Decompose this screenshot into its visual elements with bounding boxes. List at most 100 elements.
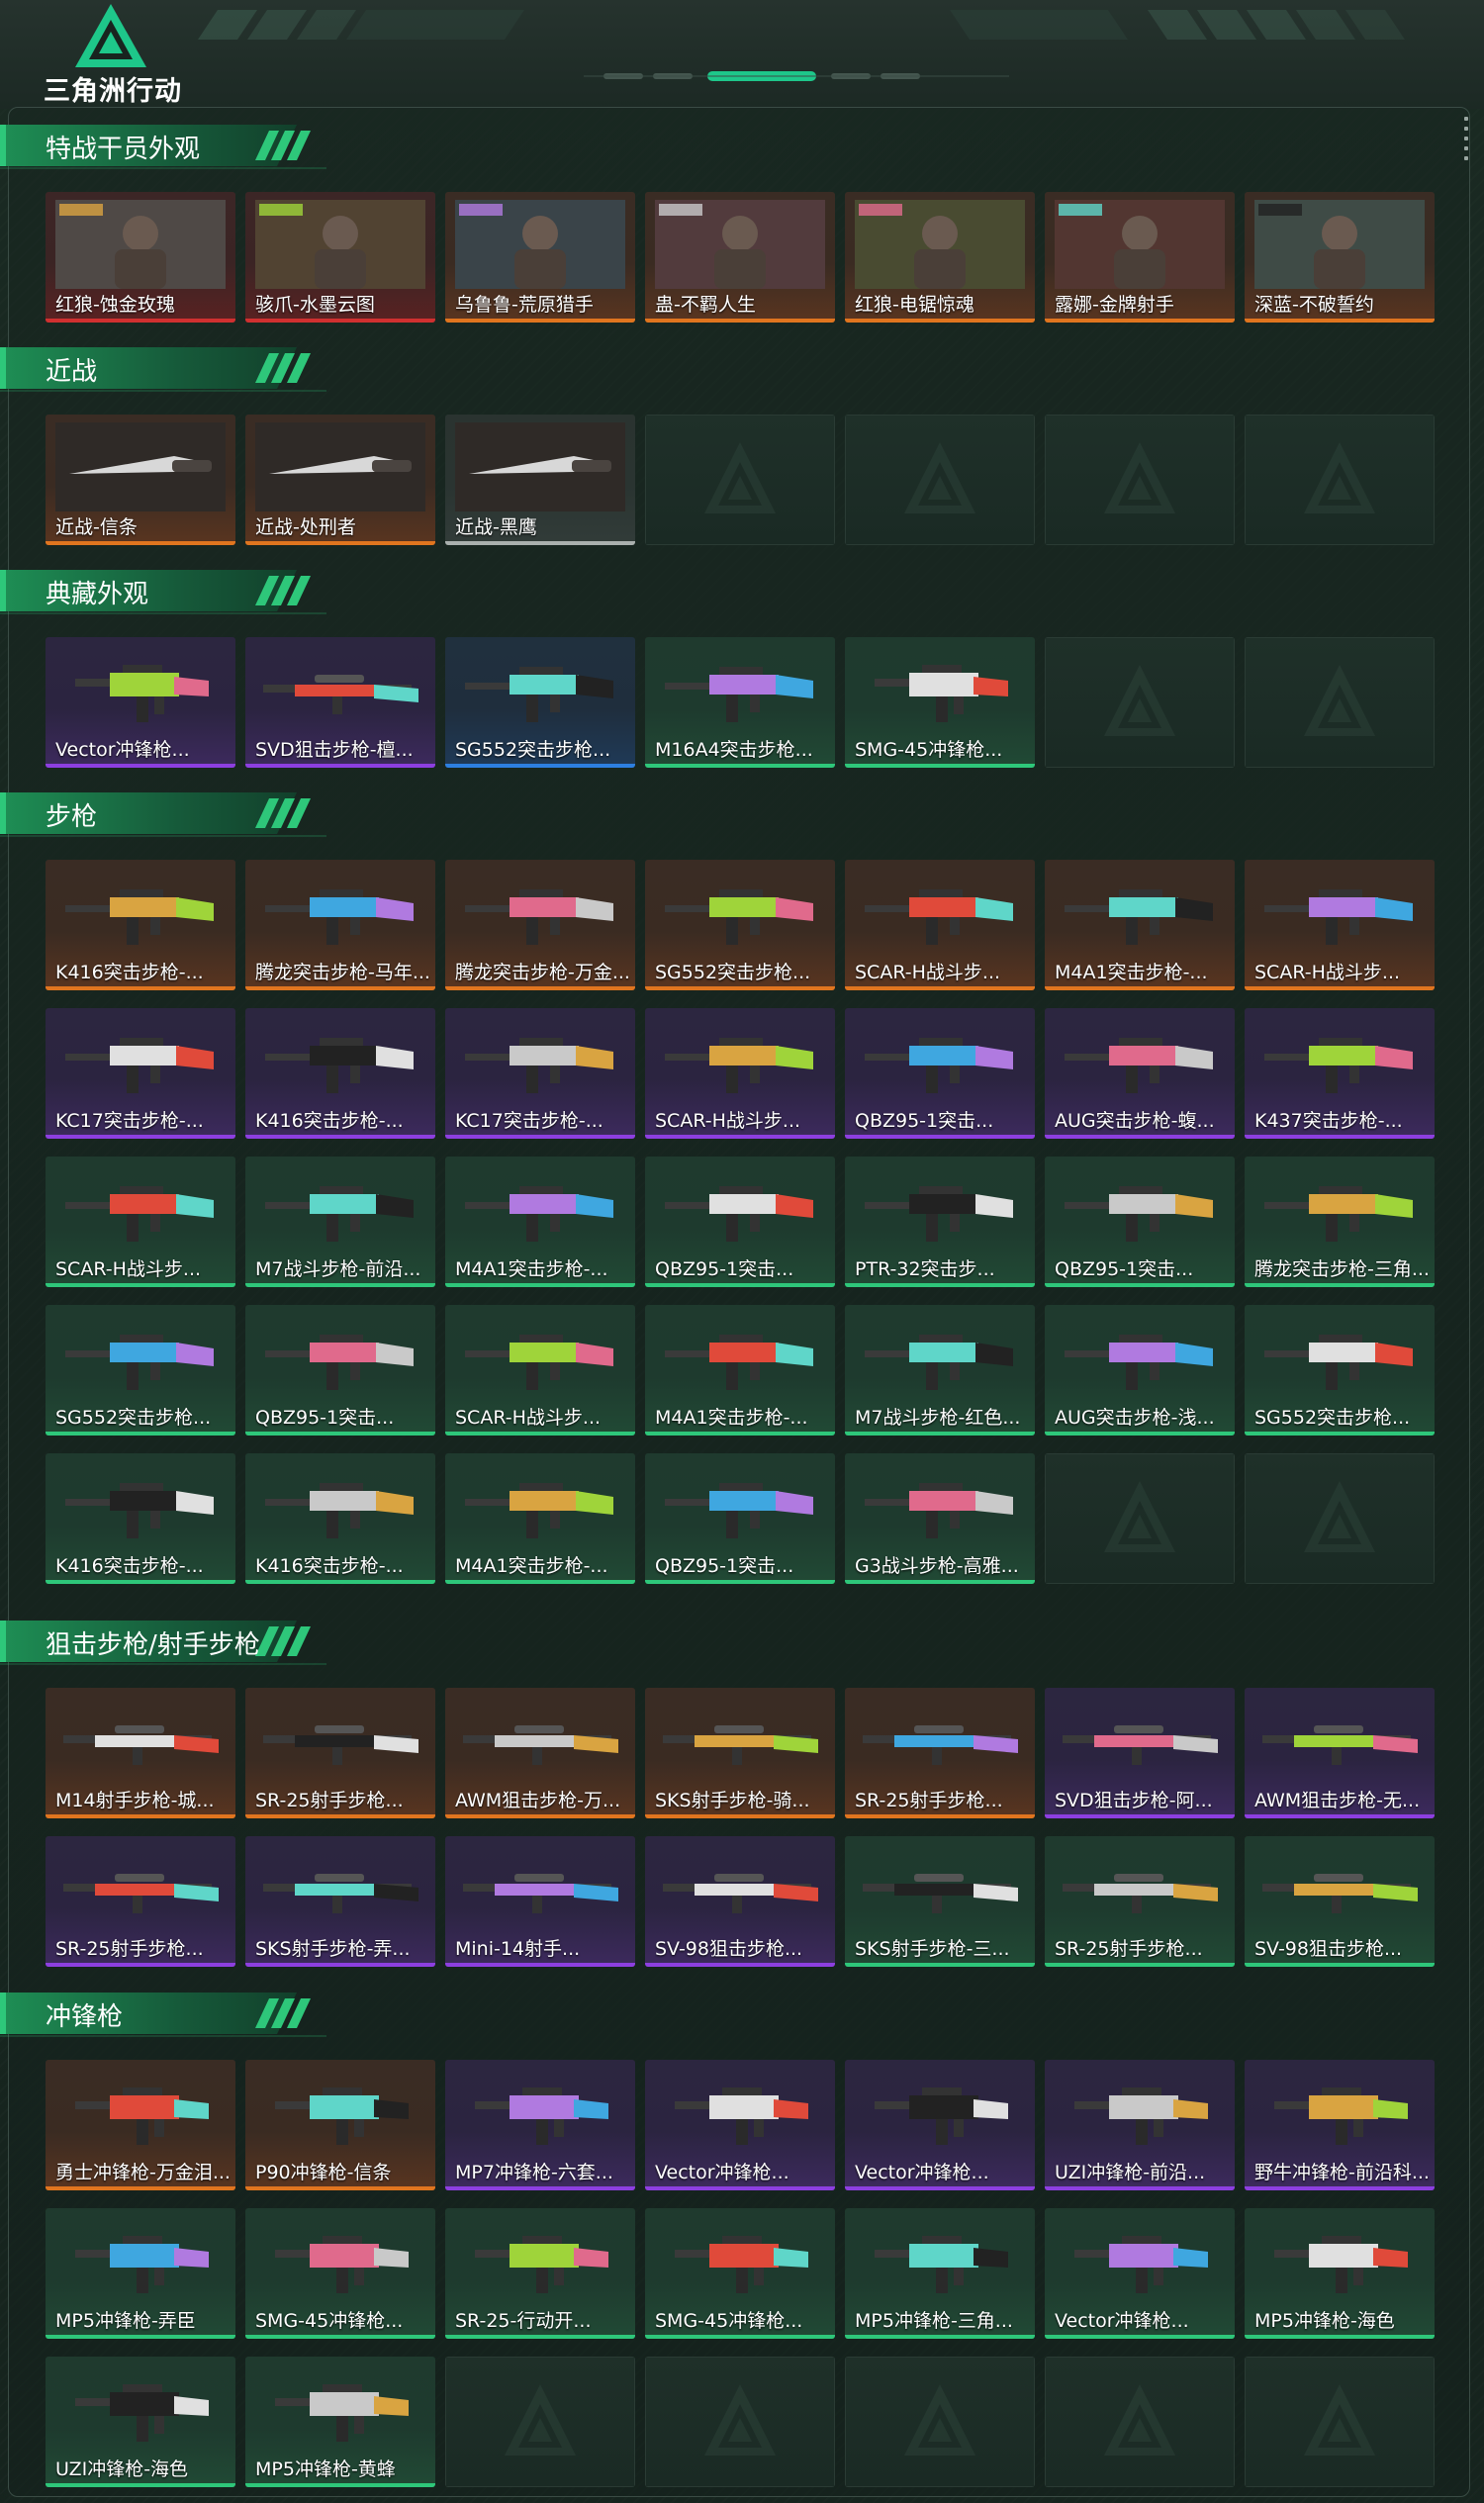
item-card[interactable]: QBZ95-1突击...	[245, 1305, 435, 1436]
item-card[interactable]: SMG-45冲锋枪...	[645, 2208, 835, 2339]
item-card[interactable]: SV-98狙击步枪...	[1245, 1836, 1435, 1967]
smg-icon	[75, 2384, 209, 2442]
item-card[interactable]: UZI冲锋枪-前沿...	[1045, 2060, 1235, 2190]
item-card[interactable]: SG552突击步枪...	[645, 860, 835, 990]
item-label: MP5冲锋枪-海色	[1254, 2310, 1395, 2332]
item-card[interactable]: SR-25射手步枪...	[845, 1688, 1035, 1818]
item-card[interactable]: QBZ95-1突击...	[845, 1008, 1035, 1139]
item-card[interactable]: K416突击步枪-...	[245, 1453, 435, 1584]
item-card[interactable]: M14射手步枪-城...	[46, 1688, 235, 1818]
item-card[interactable]: Mini-14射手...	[445, 1836, 635, 1967]
banner-stripes-right	[950, 10, 1405, 40]
item-card[interactable]: SG552突击步枪...	[1245, 1305, 1435, 1436]
item-card[interactable]: 乌鲁鲁-荒原猎手	[445, 192, 635, 323]
item-card[interactable]: M4A1突击步枪-...	[445, 1453, 635, 1584]
item-card[interactable]: 近战-黑鹰	[445, 415, 635, 545]
item-card[interactable]: QBZ95-1突击...	[645, 1453, 835, 1584]
item-card[interactable]: Vector冲锋枪...	[1045, 2208, 1235, 2339]
item-card[interactable]: M4A1突击步枪-...	[645, 1305, 835, 1436]
item-card[interactable]: 腾龙突击步枪-万金...	[445, 860, 635, 990]
rarity-bar	[645, 764, 835, 768]
item-card[interactable]: SCAR-H战斗步...	[445, 1305, 635, 1436]
item-card[interactable]: SCAR-H战斗步...	[845, 860, 1035, 990]
item-label: SKS射手步枪-骑...	[655, 1790, 810, 1811]
smg-icon	[275, 2087, 409, 2145]
item-card[interactable]: SKS射手步枪-三...	[845, 1836, 1035, 1967]
item-card[interactable]: M4A1突击步枪-...	[1045, 860, 1235, 990]
item-card[interactable]: SR-25射手步枪...	[245, 1688, 435, 1818]
item-card[interactable]: SMG-45冲锋枪...	[845, 637, 1035, 768]
item-card[interactable]: MP7冲锋枪-六套...	[445, 2060, 635, 2190]
item-card[interactable]: SCAR-H战斗步...	[1245, 860, 1435, 990]
item-card[interactable]: AUG突击步枪-蝮...	[1045, 1008, 1235, 1139]
item-label: SR-25射手步枪...	[255, 1790, 404, 1811]
item-card[interactable]: QBZ95-1突击...	[645, 1157, 835, 1287]
item-card[interactable]: 露娜-金牌射手	[1045, 192, 1235, 323]
item-card[interactable]: 近战-处刑者	[245, 415, 435, 545]
item-card[interactable]: MP5冲锋枪-黄蜂	[245, 2357, 435, 2487]
item-card[interactable]: SKS射手步枪-骑...	[645, 1688, 835, 1818]
rifle-icon	[65, 1038, 214, 1093]
item-label: SG552突击步枪...	[55, 1407, 212, 1429]
item-card[interactable]: PTR-32突击步...	[845, 1157, 1035, 1287]
item-card[interactable]: 腾龙突击步枪-三角...	[1245, 1157, 1435, 1287]
item-card[interactable]: 深蓝-不破誓约	[1245, 192, 1435, 323]
item-card[interactable]: KC17突击步枪-...	[46, 1008, 235, 1139]
item-card[interactable]: SCAR-H战斗步...	[645, 1008, 835, 1139]
item-card[interactable]: SVD狙击步枪-檀...	[245, 637, 435, 768]
item-label: SVD狙击步枪-阿...	[1055, 1790, 1213, 1811]
item-card[interactable]: SR-25射手步枪...	[1045, 1836, 1235, 1967]
item-card[interactable]: UZI冲锋枪-海色	[46, 2357, 235, 2487]
item-card[interactable]: SG552突击步枪...	[445, 637, 635, 768]
sniper-icon	[863, 1874, 1018, 1913]
item-card[interactable]: M7战斗步枪-红色...	[845, 1305, 1035, 1436]
item-card[interactable]: K416突击步枪-...	[46, 860, 235, 990]
item-card[interactable]: 腾龙突击步枪-马年...	[245, 860, 435, 990]
item-card[interactable]: 近战-信条	[46, 415, 235, 545]
item-card[interactable]: M16A4突击步枪...	[645, 637, 835, 768]
item-card[interactable]: K416突击步枪-...	[245, 1008, 435, 1139]
item-card[interactable]: Vector冲锋枪...	[46, 637, 235, 768]
item-label: K437突击步枪-...	[1254, 1110, 1403, 1132]
item-card[interactable]: 蛊-不羁人生	[645, 192, 835, 323]
item-card[interactable]: G3战斗步枪-高雅...	[845, 1453, 1035, 1584]
item-card[interactable]: SKS射手步枪-弄...	[245, 1836, 435, 1967]
item-card[interactable]: MP5冲锋枪-三角...	[845, 2208, 1035, 2339]
item-card[interactable]: SG552突击步枪...	[46, 1305, 235, 1436]
item-card[interactable]: AWM狙击步枪-万...	[445, 1688, 635, 1818]
rarity-bar	[1245, 1963, 1435, 1967]
item-card[interactable]: P90冲锋枪-信条	[245, 2060, 435, 2190]
item-card[interactable]: SMG-45冲锋枪...	[245, 2208, 435, 2339]
rarity-bar	[245, 2335, 435, 2339]
item-card[interactable]: 野牛冲锋枪-前沿科...	[1245, 2060, 1435, 2190]
item-card[interactable]: Vector冲锋枪...	[645, 2060, 835, 2190]
rarity-bar	[1045, 986, 1235, 990]
item-label: KC17突击步枪-...	[55, 1110, 204, 1132]
item-card[interactable]: 红狼-电锯惊魂	[845, 192, 1035, 323]
item-card[interactable]: 骇爪-水墨云图	[245, 192, 435, 323]
item-card[interactable]: MP5冲锋枪-海色	[1245, 2208, 1435, 2339]
item-card[interactable]: SR-25-行动开...	[445, 2208, 635, 2339]
item-card[interactable]: AUG突击步枪-浅...	[1045, 1305, 1235, 1436]
item-card[interactable]: Vector冲锋枪...	[845, 2060, 1035, 2190]
delta-watermark-icon	[1304, 442, 1375, 513]
item-card[interactable]: K416突击步枪-...	[46, 1453, 235, 1584]
scrollbar[interactable]	[1464, 117, 1468, 176]
rifle-icon	[65, 1335, 214, 1390]
item-card[interactable]: QBZ95-1突击...	[1045, 1157, 1235, 1287]
item-card[interactable]: 红狼-蚀金玫瑰	[46, 192, 235, 323]
item-card[interactable]: M4A1突击步枪-...	[445, 1157, 635, 1287]
rarity-bar	[245, 541, 435, 545]
item-card[interactable]: KC17突击步枪-...	[445, 1008, 635, 1139]
item-card[interactable]: SVD狙击步枪-阿...	[1045, 1688, 1235, 1818]
item-card[interactable]: 勇士冲锋枪-万金泪...	[46, 2060, 235, 2190]
item-card[interactable]: K437突击步枪-...	[1245, 1008, 1435, 1139]
rarity-bar	[845, 764, 1035, 768]
item-card[interactable]: SV-98狙击步枪...	[645, 1836, 835, 1967]
rarity-bar	[845, 2186, 1035, 2190]
item-card[interactable]: M7战斗步枪-前沿...	[245, 1157, 435, 1287]
item-card[interactable]: AWM狙击步枪-无...	[1245, 1688, 1435, 1818]
item-card[interactable]: SR-25射手步枪...	[46, 1836, 235, 1967]
item-card[interactable]: MP5冲锋枪-弄臣	[46, 2208, 235, 2339]
item-card[interactable]: SCAR-H战斗步...	[46, 1157, 235, 1287]
